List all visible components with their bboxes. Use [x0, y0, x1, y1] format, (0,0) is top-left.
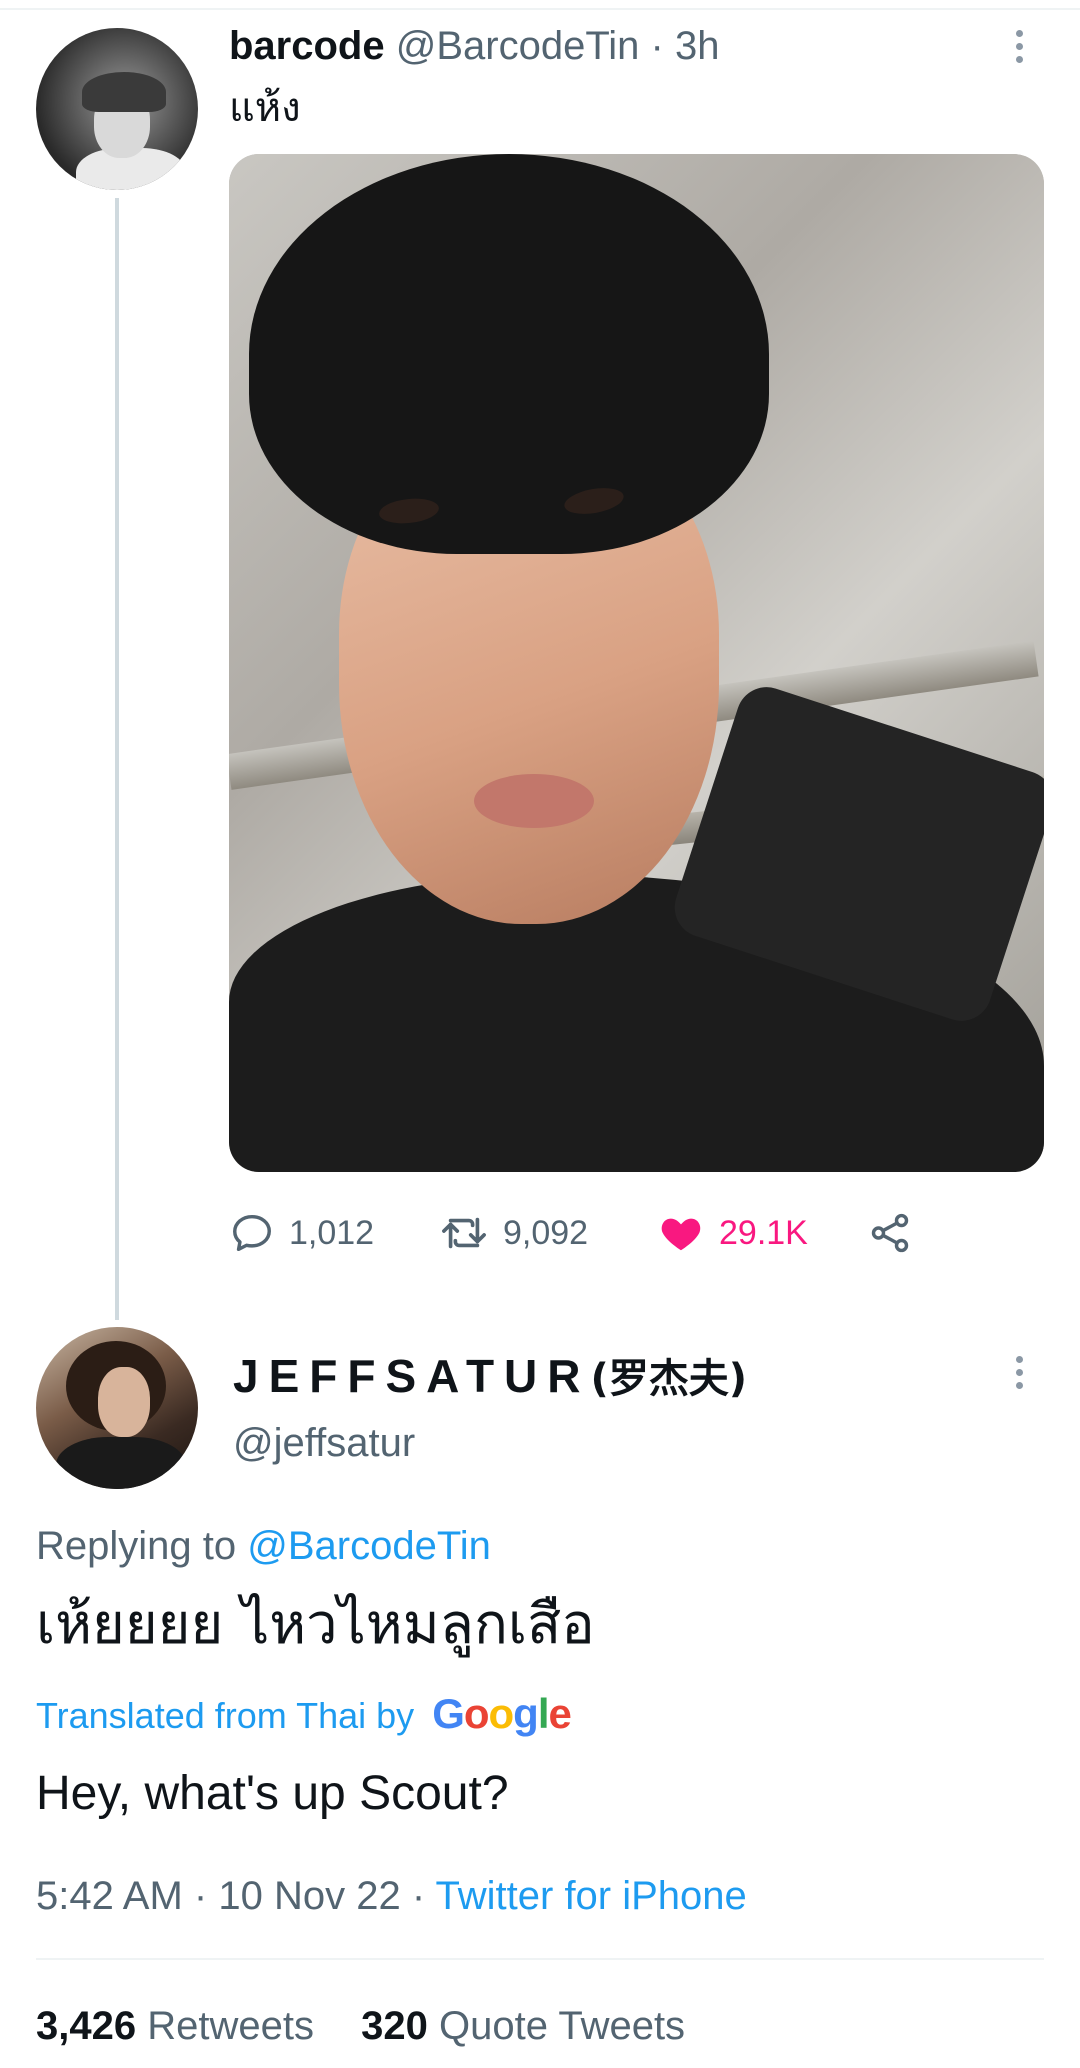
- google-logo: Google: [432, 1690, 572, 1737]
- share-icon: [871, 1213, 909, 1253]
- meta-separator: ·: [193, 1874, 208, 1918]
- tweet-text: แห้ง: [229, 85, 301, 131]
- reply-button[interactable]: 1,012: [229, 1205, 374, 1261]
- tweet-time[interactable]: 3h: [675, 24, 720, 68]
- reply-author-handle[interactable]: @jeffsatur: [233, 1415, 415, 1471]
- like-count: 29.1K: [719, 1213, 808, 1252]
- top-divider: [0, 8, 1080, 10]
- translated-label: Translated from Thai by: [36, 1695, 415, 1736]
- quotes-count: 320: [361, 2004, 428, 2048]
- reply-count: 1,012: [289, 1213, 375, 1252]
- tweet-header: barcode @BarcodeTin · 3h: [229, 18, 719, 74]
- retweet-button[interactable]: 9,092: [439, 1205, 588, 1261]
- quote-tweets-stat[interactable]: 320 Quote Tweets: [361, 2004, 685, 2048]
- translation-text: Hey, what's up Scout?: [36, 1767, 509, 1820]
- replying-to-mention[interactable]: @BarcodeTin: [247, 1524, 491, 1568]
- retweets-count: 3,426: [36, 2004, 137, 2048]
- like-button[interactable]: 29.1K: [657, 1205, 808, 1261]
- avatar-barcode[interactable]: [36, 28, 198, 190]
- heart-filled-icon: [661, 1218, 701, 1251]
- translated-from[interactable]: Translated from Thai by Google: [36, 1686, 572, 1744]
- author-name[interactable]: barcode: [229, 24, 385, 68]
- separator-dot: ·: [650, 24, 664, 68]
- reply-author-name-suffix: (罗杰夫): [590, 1356, 748, 1402]
- reply-icon: [233, 1214, 271, 1252]
- replying-to-prefix: Replying to: [36, 1524, 237, 1568]
- retweets-stat[interactable]: 3,426 Retweets: [36, 2004, 325, 2048]
- share-button[interactable]: [866, 1205, 914, 1261]
- retweet-icon: [442, 1217, 486, 1249]
- thread-line: [115, 198, 119, 1320]
- replying-to: Replying to @BarcodeTin: [36, 1518, 491, 1574]
- author-handle[interactable]: @BarcodeTin: [396, 24, 640, 68]
- reply-text: เห้ยยยย ไหวไหมลูกเสือ: [36, 1592, 595, 1657]
- more-options-icon[interactable]: [1013, 1356, 1025, 1396]
- reply-author-name[interactable]: JEFFSATUR(罗杰夫): [233, 1346, 747, 1409]
- meta-separator: ·: [411, 1874, 426, 1918]
- retweets-label: Retweets: [147, 2004, 314, 2048]
- avatar-jeffsatur[interactable]: [36, 1327, 198, 1489]
- tweet-source[interactable]: Twitter for iPhone: [436, 1874, 747, 1918]
- tweet-photo[interactable]: [229, 154, 1044, 1172]
- retweet-count: 9,092: [503, 1213, 589, 1252]
- reply-time[interactable]: 5:42 AM: [36, 1874, 183, 1918]
- reply-author-name-text: JEFFSATUR: [233, 1350, 591, 1402]
- more-options-icon[interactable]: [1013, 30, 1025, 70]
- reply-date[interactable]: 10 Nov 22: [218, 1874, 400, 1918]
- stats-divider: [36, 1958, 1044, 1960]
- tweet-meta: 5:42 AM · 10 Nov 22 · Twitter for iPhone: [36, 1868, 747, 1924]
- tweet-stats: 3,426 Retweets 320 Quote Tweets: [36, 1998, 685, 2054]
- quotes-label: Quote Tweets: [438, 2004, 686, 2048]
